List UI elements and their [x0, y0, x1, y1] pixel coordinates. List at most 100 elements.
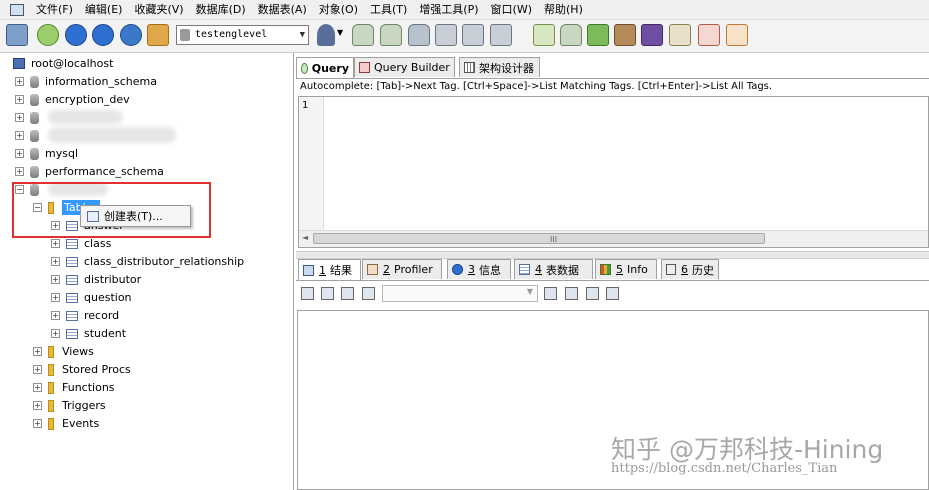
data-sync-icon[interactable]: [587, 24, 609, 46]
report-icon[interactable]: [698, 24, 720, 46]
tab-schema-designer[interactable]: 架构设计器: [459, 57, 540, 77]
connect-icon[interactable]: [37, 24, 59, 46]
expand-icon[interactable]: +: [15, 113, 24, 122]
tree-db-redacted-2[interactable]: +: [15, 127, 45, 144]
tree-table-student[interactable]: + student: [51, 325, 126, 342]
tree-db-redacted-3[interactable]: −: [15, 181, 45, 198]
execute-all-icon[interactable]: [92, 24, 114, 46]
sql-editor[interactable]: 1 ◄ III: [298, 96, 929, 248]
tree-folder-views[interactable]: + Views: [33, 343, 94, 360]
tree-table-class[interactable]: + class: [51, 235, 111, 252]
context-menu-create-table[interactable]: 创建表(T)...: [104, 208, 163, 224]
tab-table-data[interactable]: 4 表数据: [514, 259, 593, 279]
expand-icon[interactable]: +: [33, 383, 42, 392]
expand-icon[interactable]: +: [33, 365, 42, 374]
menu-window[interactable]: 窗口(W): [485, 0, 538, 19]
menu-edit[interactable]: 编辑(E): [79, 0, 129, 19]
tree-table-distributor[interactable]: + distributor: [51, 271, 141, 288]
expand-icon[interactable]: +: [51, 257, 60, 266]
refresh-result-icon[interactable]: [362, 287, 375, 300]
tree-db-information-schema[interactable]: + information_schema: [15, 73, 157, 90]
export-result-icon[interactable]: [301, 287, 314, 300]
tree-db-mysql[interactable]: + mysql: [15, 145, 78, 162]
horizontal-scrollbar[interactable]: ◄ III: [299, 230, 928, 247]
tab-query[interactable]: Query: [296, 57, 354, 78]
tree-folder-functions[interactable]: + Functions: [33, 379, 115, 396]
result-select[interactable]: ▼: [382, 285, 538, 302]
menu-help[interactable]: 帮助(H): [538, 0, 589, 19]
menu-power-tools[interactable]: 增强工具(P): [413, 0, 484, 19]
redacted-label: [48, 127, 176, 143]
export-icon[interactable]: [435, 24, 457, 46]
schema-sync-icon[interactable]: [560, 24, 582, 46]
tree-db-redacted-1[interactable]: +: [15, 109, 45, 126]
expand-icon[interactable]: +: [51, 221, 60, 230]
tree-db-encryption-dev[interactable]: + encryption_dev: [15, 91, 130, 108]
expand-icon[interactable]: +: [15, 167, 24, 176]
menu-table[interactable]: 数据表(A): [252, 0, 313, 19]
copy-result-icon[interactable]: [321, 287, 334, 300]
new-connection-icon[interactable]: [6, 24, 28, 46]
database-select[interactable]: testenglevel ▼: [176, 25, 309, 45]
tree-folder-events[interactable]: + Events: [33, 415, 99, 432]
tree-table-class-distributor-relationship[interactable]: + class_distributor_relationship: [51, 253, 244, 270]
tree-table-record[interactable]: + record: [51, 307, 119, 324]
menu-file[interactable]: 文件(F): [30, 0, 79, 19]
designer-icon[interactable]: [726, 24, 748, 46]
migration-icon[interactable]: [614, 24, 636, 46]
scrollbar-thumb[interactable]: III: [313, 233, 765, 244]
expand-icon[interactable]: +: [51, 293, 60, 302]
schema-icon[interactable]: [147, 24, 169, 46]
expand-icon[interactable]: +: [51, 311, 60, 320]
pane-splitter[interactable]: [296, 251, 929, 259]
menu-favorites[interactable]: 收藏夹(V): [128, 0, 189, 19]
restore-icon[interactable]: [380, 24, 402, 46]
expand-icon[interactable]: +: [51, 329, 60, 338]
execute-icon[interactable]: [65, 24, 87, 46]
filter-icon[interactable]: [544, 287, 557, 300]
backup-icon[interactable]: [352, 24, 374, 46]
form-view-icon[interactable]: [586, 287, 599, 300]
scroll-left-icon[interactable]: ◄: [302, 233, 308, 242]
expand-icon[interactable]: +: [15, 95, 24, 104]
tree-folder-triggers[interactable]: + Triggers: [33, 397, 106, 414]
query-builder-icon[interactable]: [533, 24, 555, 46]
table-icon: [66, 238, 78, 249]
tree-table-question[interactable]: + question: [51, 289, 132, 306]
tab-query-builder[interactable]: Query Builder: [354, 57, 455, 77]
save-result-icon[interactable]: [341, 287, 354, 300]
expand-icon[interactable]: +: [15, 149, 24, 158]
menu-tools[interactable]: 工具(T): [364, 0, 413, 19]
info-icon: [452, 264, 463, 275]
menu-database[interactable]: 数据库(D): [190, 0, 252, 19]
expand-icon[interactable]: +: [33, 347, 42, 356]
expand-icon[interactable]: +: [15, 131, 24, 140]
refresh-icon[interactable]: [120, 24, 142, 46]
database-icon: [30, 129, 39, 142]
tab-profiler[interactable]: 2 Profiler: [362, 259, 442, 279]
copy-db-icon[interactable]: [462, 24, 484, 46]
user-dropdown-arrow-icon[interactable]: ▼: [337, 28, 343, 37]
menu-objects[interactable]: 对象(O): [313, 0, 364, 19]
collapse-icon[interactable]: −: [33, 203, 42, 212]
tab-messages[interactable]: 3 信息: [447, 259, 511, 279]
import-icon[interactable]: [408, 24, 430, 46]
tab-info[interactable]: 5 Info: [595, 259, 657, 279]
expand-icon[interactable]: +: [51, 275, 60, 284]
collapse-icon[interactable]: −: [15, 185, 24, 194]
tree-root[interactable]: root@localhost: [13, 55, 113, 72]
tab-history[interactable]: 6 历史: [661, 259, 719, 279]
expand-icon[interactable]: +: [33, 419, 42, 428]
scheduler-icon[interactable]: [641, 24, 663, 46]
sync-icon[interactable]: [490, 24, 512, 46]
tree-folder-stored-procs[interactable]: + Stored Procs: [33, 361, 131, 378]
expand-icon[interactable]: +: [51, 239, 60, 248]
grid-view-icon[interactable]: [565, 287, 578, 300]
tree-db-performance-schema[interactable]: + performance_schema: [15, 163, 164, 180]
text-view-icon[interactable]: [606, 287, 619, 300]
expand-icon[interactable]: +: [33, 401, 42, 410]
notifications-icon[interactable]: [669, 24, 691, 46]
tab-results[interactable]: 1 结果: [298, 259, 361, 280]
user-manager-icon[interactable]: [317, 24, 335, 46]
expand-icon[interactable]: +: [15, 77, 24, 86]
